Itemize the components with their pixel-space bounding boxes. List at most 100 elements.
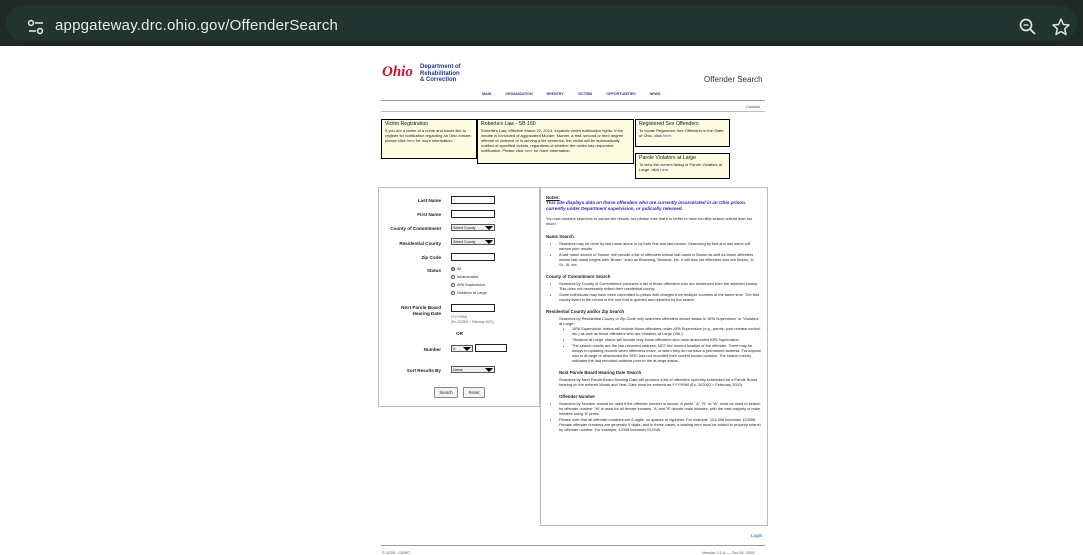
number-label: Number <box>423 347 441 352</box>
parole-violators-box: Parole Violators at Large To view the cu… <box>635 153 730 179</box>
victim-registration-link[interactable]: here <box>407 138 415 143</box>
status-incarcerated-label: Incarcerated <box>457 275 479 279</box>
parole-date-example: (Ex: 202002 = February 2020) <box>451 320 494 324</box>
parole-date-input[interactable] <box>451 304 495 312</box>
nav-main[interactable]: MAIN <box>482 92 491 96</box>
victim-registration-title: Victim Registration <box>385 121 429 127</box>
list-item: Searches by Number should be used if the… <box>559 401 762 416</box>
logo-line-1: Department of <box>420 64 461 70</box>
name-search-heading: Name Search <box>546 234 574 240</box>
notes-lead: This site displays data on those offende… <box>546 200 747 211</box>
offender-number-heading: Offender Number <box>559 394 596 400</box>
bookmark-star-icon[interactable] <box>1051 17 1071 37</box>
victim-registration-box: Victim Registration If you are a victim … <box>381 119 477 159</box>
search-form: Last Name First Name County of Commitmen… <box>378 187 540 407</box>
list-item: A last name search of 'Brown' will provi… <box>559 252 762 267</box>
list-item: Searches by County of Commitment produce… <box>559 281 762 291</box>
odrc-logo[interactable]: Ohio Department of Rehabilitation & Corr… <box>382 64 482 90</box>
sex-offenders-link[interactable]: here. <box>663 133 672 138</box>
sex-offenders-box: Registered Sex Offenders To locate Regis… <box>635 119 730 147</box>
county-search-list: Searches by County of Commitment produce… <box>559 281 762 302</box>
top-nav: MAIN ORGANIZATION REENTRY VICTIMS OPPORT… <box>482 92 673 96</box>
first-name-label: First Name <box>417 212 441 217</box>
residential-search-list: 'APA Supervision' status will include th… <box>572 326 762 363</box>
robertas-law-box: Roberta's Law - SB 160 Roberta's Law, ef… <box>477 119 634 164</box>
logo-ohio-script: Ohio <box>382 64 413 80</box>
parole-date-label-line-2: Hearing Date <box>412 311 441 316</box>
county-commitment-select[interactable]: Select County <box>451 224 495 231</box>
county-search-heading: County of Commitment Search <box>546 274 611 280</box>
residential-search-heading: Residential County and/or Zip Search <box>546 309 625 315</box>
parole-violators-link[interactable]: here. <box>660 167 669 172</box>
list-item: 'Violators at Large' status will include… <box>572 337 762 342</box>
notes-panel: Notes: This site displays data on those … <box>540 187 768 526</box>
radio-icon <box>451 283 455 287</box>
sort-select[interactable]: Name <box>451 366 495 373</box>
nav-opportunities[interactable]: OPPORTUNITIES <box>606 92 635 96</box>
sex-offenders-title: Registered Sex Offenders <box>639 121 699 127</box>
radio-icon <box>451 291 455 295</box>
status-incarcerated-radio[interactable]: Incarcerated <box>451 275 478 279</box>
status-all-label: All <box>457 267 462 271</box>
residential-search-intro: Searches by Residential County or Zip Co… <box>559 316 759 327</box>
parole-violators-title: Parole Violators at Large <box>639 155 697 161</box>
robertas-law-link[interactable]: here <box>525 148 533 153</box>
status-apa-label: APA Supervision <box>457 283 485 287</box>
sex-offenders-text: To locate Registered Sex Offenders in th… <box>639 128 724 138</box>
login-link[interactable]: Login <box>751 533 762 538</box>
page-title: Offender Search <box>704 75 763 84</box>
number-input[interactable] <box>475 344 507 352</box>
radio-icon <box>451 275 455 279</box>
list-item: Some individuals may have been committed… <box>559 292 762 302</box>
parole-search-text: Searches by Next Parole Board Hearing Da… <box>559 377 758 388</box>
number-prefix-select[interactable]: A <box>451 345 473 352</box>
offender-number-list: Searches by Number should be used if the… <box>559 401 762 432</box>
robertas-law-title: Roberta's Law - SB 160 <box>481 121 536 127</box>
parole-date-label-line-1: Next Parole Board <box>401 305 441 310</box>
nav-reentry[interactable]: REENTRY <box>547 92 564 96</box>
footer-divider <box>381 545 765 546</box>
nav-organization[interactable]: ORGANIZATION <box>505 92 532 96</box>
page-content: Ohio Department of Rehabilitation & Corr… <box>378 46 768 555</box>
status-apa-radio[interactable]: APA Supervision <box>451 283 485 287</box>
list-item: Please note that all offender numbers ar… <box>559 417 762 432</box>
parole-search-heading: Next Parole Board Hearing Date Search <box>559 370 642 376</box>
last-name-input[interactable] <box>451 196 495 204</box>
contact-link[interactable]: Contact <box>746 104 760 109</box>
zip-code-label: Zip Code <box>421 255 441 260</box>
or-label: OR <box>456 331 463 336</box>
list-item: The search results are the last recorded… <box>572 343 762 363</box>
first-name-input[interactable] <box>451 210 495 218</box>
header-divider <box>381 100 765 101</box>
list-item: Searches may be done by last name alone … <box>559 241 762 251</box>
address-bar[interactable]: appgateway.drc.ohio.gov/OffenderSearch <box>6 5 1077 41</box>
parole-violators-text: To view the current listing of Parole Vi… <box>639 162 723 172</box>
zoom-icon[interactable] <box>1018 17 1038 37</box>
residential-county-select[interactable]: Select County <box>451 238 495 245</box>
last-name-label: Last Name <box>417 198 441 203</box>
robertas-law-tail: for more information. <box>533 148 571 153</box>
victim-registration-tail: for more information. <box>415 138 453 143</box>
sort-label: Sort Results By <box>406 368 441 373</box>
list-item: 'APA Supervision' status will include th… <box>572 326 762 336</box>
browser-toolbar: appgateway.drc.ohio.gov/OffenderSearch <box>0 0 1083 46</box>
reset-button[interactable]: Reset <box>463 387 485 398</box>
logo-text: Department of Rehabilitation & Correctio… <box>420 64 461 84</box>
version-info: Version 2.1.4 — Oct 15, 2025 <box>702 550 755 555</box>
name-search-list: Searches may be done by last name alone … <box>559 241 762 267</box>
radio-selected-icon <box>451 267 455 271</box>
status-violators-radio[interactable]: Violators at Large <box>451 291 487 295</box>
site-settings-icon[interactable] <box>26 17 46 37</box>
parole-date-hint: (YYYYMM) <box>451 315 467 319</box>
zip-code-input[interactable] <box>451 253 495 261</box>
url-text[interactable]: appgateway.drc.ohio.gov/OffenderSearch <box>55 17 338 34</box>
nav-news[interactable]: NEWS <box>650 92 661 96</box>
notes-combine: You can combine searches to narrow the r… <box>546 216 753 227</box>
county-commitment-label: County of Commitment <box>390 226 441 231</box>
logo-line-3: & Correction <box>420 77 457 83</box>
search-button[interactable]: Search <box>434 387 458 398</box>
status-all-radio[interactable]: All <box>451 267 461 271</box>
nav-victims[interactable]: VICTIMS <box>578 92 593 96</box>
copyright: © 2025 - ODRC <box>382 550 411 555</box>
status-label: Status <box>426 268 441 273</box>
